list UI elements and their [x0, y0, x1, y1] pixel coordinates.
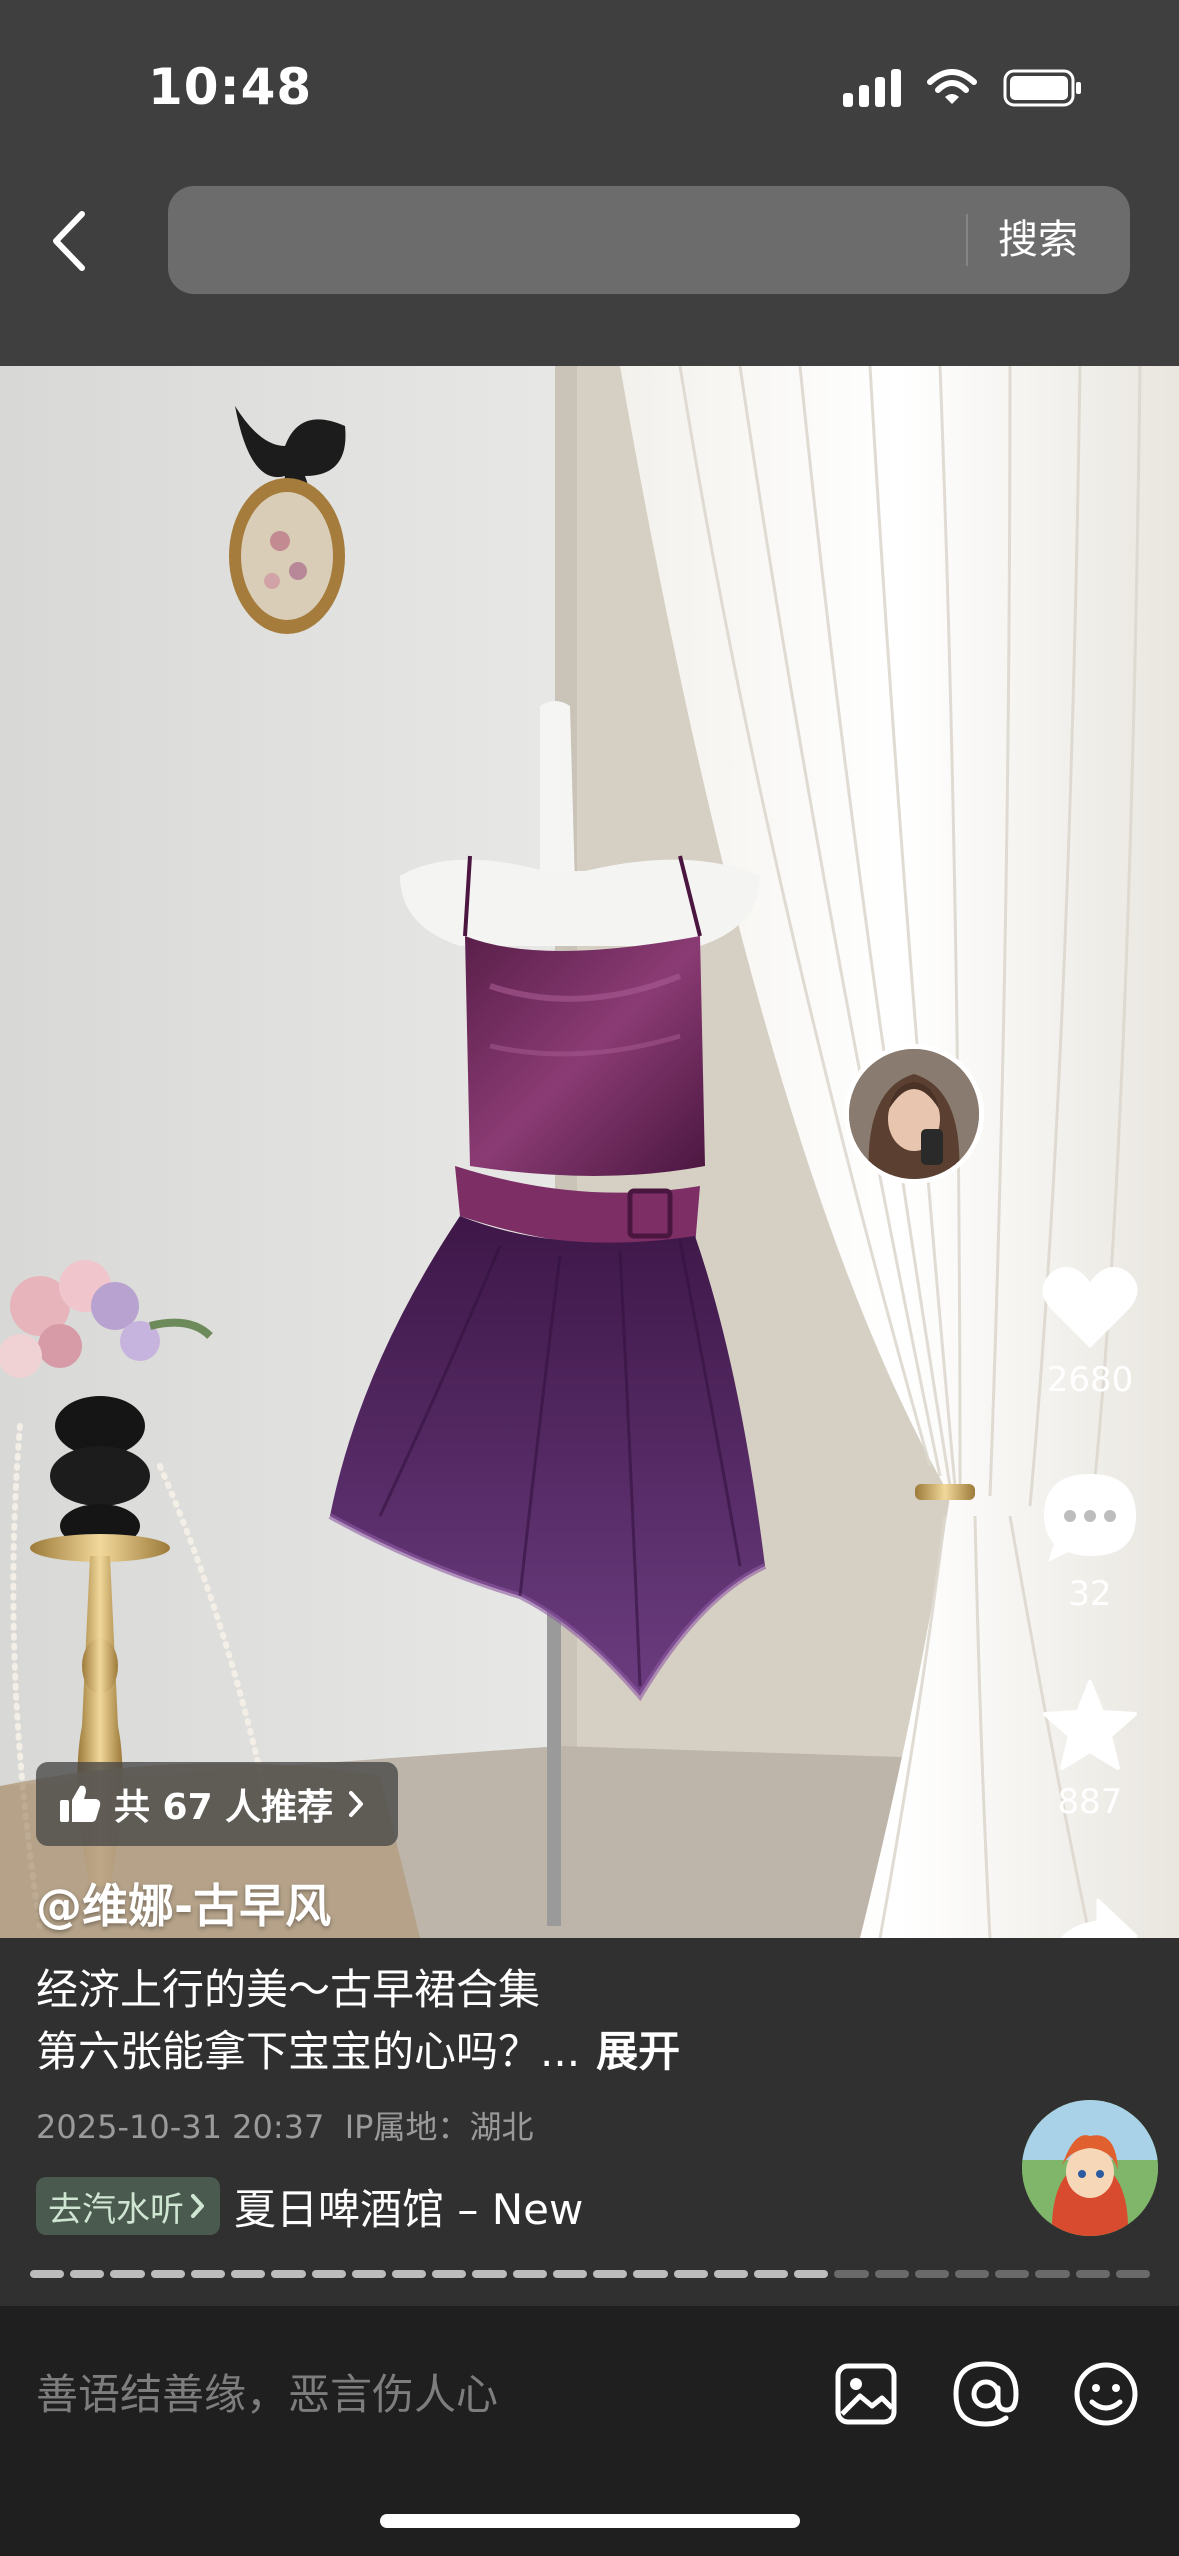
- music-cover-image: [1022, 2100, 1158, 2236]
- progress-segment: [190, 2270, 226, 2278]
- post-datetime: 2025-10-31 20:37: [36, 2108, 325, 2146]
- favorite-action[interactable]: 887: [1000, 1678, 1179, 1822]
- comment-input[interactable]: [36, 2354, 796, 2434]
- signal-icon: [843, 69, 901, 107]
- progress-segment: [552, 2270, 588, 2278]
- progress-segment: [593, 2270, 628, 2278]
- progress-segment: [1035, 2270, 1070, 2278]
- back-icon[interactable]: [46, 206, 94, 276]
- progress-segment: [1115, 2270, 1151, 2278]
- progress-segment: [472, 2270, 507, 2278]
- progress-segment: [753, 2270, 789, 2278]
- at-icon[interactable]: [950, 2358, 1022, 2430]
- post-location: IP属地：湖北: [344, 2108, 534, 2146]
- wifi-icon: [927, 69, 977, 104]
- expand-button[interactable]: 展开: [596, 2027, 680, 2076]
- search-box: 搜索: [168, 186, 1130, 294]
- music-row: 去汽水听 夏日啤酒馆 – New: [36, 2176, 583, 2236]
- heart-icon: [1042, 1266, 1138, 1348]
- battery-icon: [1003, 69, 1081, 107]
- emoji-icon[interactable]: [1070, 2358, 1142, 2430]
- home-indicator: [380, 2514, 800, 2528]
- progress-segment: [110, 2270, 145, 2278]
- chevron-right-icon: [191, 2194, 204, 2218]
- search-button[interactable]: 搜索: [998, 186, 1078, 294]
- like-action[interactable]: 2680: [1000, 1262, 1179, 1400]
- caption-line-2: 第六张能拿下宝宝的心吗？... 展开: [36, 2018, 680, 2079]
- search-input[interactable]: [188, 186, 908, 294]
- status-time: 10:48: [148, 58, 313, 116]
- top-bar: 10:48 搜索: [0, 0, 1179, 366]
- music-title[interactable]: 夏日啤酒馆 – New: [234, 2176, 583, 2237]
- avatar-image: [849, 1049, 979, 1179]
- progress-segment: [914, 2270, 950, 2278]
- search-divider: [966, 214, 968, 266]
- progress-segment: [834, 2270, 869, 2278]
- progress-segment: [794, 2270, 829, 2278]
- progress-segment: [432, 2270, 467, 2278]
- progress-segment: [70, 2270, 105, 2278]
- caption-line-1: 经济上行的美～古早裙合集: [36, 1965, 541, 2014]
- progress-segment: [874, 2270, 909, 2278]
- recommend-text: 共 67 人推荐: [114, 1787, 334, 1828]
- progress-segment: [271, 2270, 306, 2278]
- status-icons: [843, 66, 1083, 110]
- progress-segment: [713, 2270, 748, 2278]
- comment-icon: [1044, 1474, 1136, 1562]
- progress-segment: [231, 2270, 266, 2278]
- author-avatar[interactable]: [844, 1044, 984, 1184]
- progress-segment: [995, 2270, 1030, 2278]
- progress-segment: [391, 2270, 427, 2278]
- progress-segment: [512, 2270, 547, 2278]
- comment-action[interactable]: 32: [1000, 1470, 1179, 1614]
- music-chip-label: 去汽水听: [48, 2189, 184, 2230]
- comment-count: 32: [1068, 1574, 1112, 1614]
- post-meta: 2025-10-31 20:37 IP属地：湖北: [36, 2102, 533, 2148]
- image-progress-bar: [30, 2270, 1151, 2280]
- thumb-up-icon: [60, 1785, 101, 1822]
- progress-segment: [955, 2270, 990, 2278]
- star-icon: [1043, 1680, 1137, 1770]
- caption-text-2: 第六张能拿下宝宝的心吗？...: [36, 2027, 581, 2076]
- music-avatar[interactable]: [1022, 2100, 1158, 2236]
- recommend-pill[interactable]: 共 67 人推荐: [36, 1762, 398, 1846]
- author-handle[interactable]: @维娜-古早风: [36, 1870, 331, 1936]
- progress-segment: [150, 2270, 185, 2278]
- progress-segment: [311, 2270, 346, 2278]
- progress-segment: [351, 2270, 386, 2278]
- progress-segment: [673, 2270, 708, 2278]
- image-icon[interactable]: [830, 2358, 902, 2430]
- like-count: 2680: [1046, 1360, 1134, 1400]
- progress-segment: [633, 2270, 668, 2278]
- progress-segment: [1075, 2270, 1110, 2278]
- favorite-count: 887: [1057, 1782, 1123, 1822]
- music-chip[interactable]: 去汽水听: [36, 2177, 220, 2235]
- progress-segment: [30, 2270, 65, 2278]
- chevron-right-icon: [349, 1791, 364, 1817]
